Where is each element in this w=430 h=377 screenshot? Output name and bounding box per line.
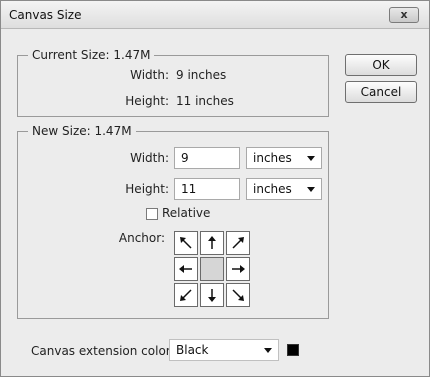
width-unit-value: inches — [253, 151, 292, 165]
close-icon: x — [400, 8, 408, 21]
arrow-left-icon — [179, 265, 192, 273]
new-size-legend: New Size: 1.47M — [28, 124, 136, 138]
current-size-legend: Current Size: 1.47M — [28, 48, 155, 62]
anchor-grid — [174, 231, 250, 307]
chevron-down-icon — [264, 348, 272, 353]
anchor-bottom[interactable] — [200, 283, 224, 307]
height-input[interactable]: 11 — [174, 178, 240, 200]
relative-checkbox[interactable] — [146, 208, 158, 220]
current-size-group: Current Size: 1.47M — [17, 48, 329, 117]
cancel-button[interactable]: Cancel — [345, 81, 417, 103]
arrow-down-right-icon — [232, 289, 244, 301]
height-unit-value: inches — [253, 182, 292, 196]
chevron-down-icon — [307, 156, 315, 161]
arrow-up-left-icon — [180, 237, 192, 249]
close-button[interactable]: x — [389, 7, 419, 23]
extension-color-value: Black — [176, 343, 209, 357]
extension-color-swatch[interactable] — [287, 344, 299, 356]
anchor-right[interactable] — [226, 257, 250, 281]
width-input[interactable]: 9 — [174, 147, 240, 169]
current-height-label: Height: — [125, 94, 169, 108]
anchor-center[interactable] — [200, 257, 224, 281]
canvas-size-dialog: Canvas Size x Current Size: 1.47M Width:… — [0, 0, 430, 377]
current-height-value: 11 inches — [176, 94, 234, 108]
anchor-top-left[interactable] — [174, 231, 198, 255]
current-width-value: 9 inches — [176, 68, 227, 82]
arrow-down-icon — [208, 289, 216, 302]
new-width-label: Width: — [130, 151, 169, 165]
arrow-up-icon — [208, 236, 216, 249]
arrow-right-icon — [232, 265, 245, 273]
current-width-label: Width: — [130, 68, 169, 82]
anchor-top[interactable] — [200, 231, 224, 255]
anchor-bottom-right[interactable] — [226, 283, 250, 307]
new-height-label: Height: — [125, 182, 169, 196]
anchor-top-right[interactable] — [226, 231, 250, 255]
height-unit-select[interactable]: inches — [246, 178, 322, 200]
arrow-down-left-icon — [180, 289, 192, 301]
arrow-up-right-icon — [232, 237, 244, 249]
anchor-label: Anchor: — [118, 231, 165, 245]
extension-color-select[interactable]: Black — [169, 339, 279, 361]
anchor-left[interactable] — [174, 257, 198, 281]
chevron-down-icon — [307, 187, 315, 192]
width-unit-select[interactable]: inches — [246, 147, 322, 169]
relative-label: Relative — [162, 206, 211, 220]
title-bar: Canvas Size x — [1, 1, 429, 29]
extension-color-label: Canvas extension color: — [31, 344, 175, 358]
dialog-title: Canvas Size — [9, 8, 82, 22]
ok-button[interactable]: OK — [345, 54, 417, 76]
anchor-bottom-left[interactable] — [174, 283, 198, 307]
